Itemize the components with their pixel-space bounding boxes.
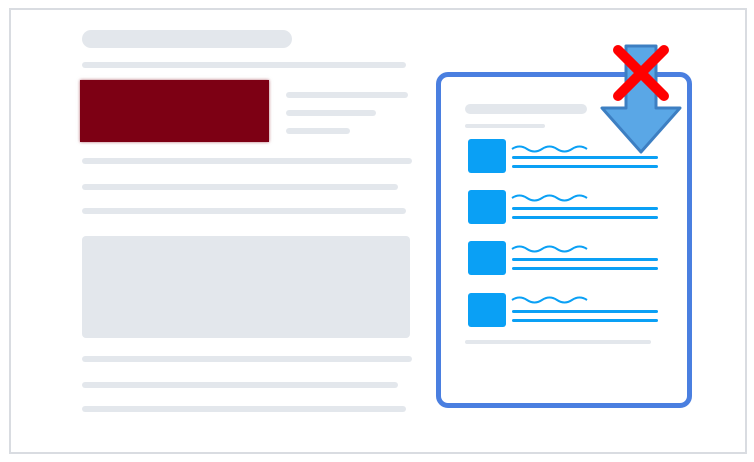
list-text-line <box>512 216 658 219</box>
wavy-line <box>511 194 588 202</box>
sidebar-title-placeholder <box>465 104 587 114</box>
text-line <box>82 356 412 362</box>
square-icon <box>468 190 506 224</box>
square-icon <box>468 241 506 275</box>
list-text-line <box>512 165 658 168</box>
list-text-line <box>512 207 658 210</box>
image-caption-line <box>286 92 408 98</box>
wavy-line <box>511 245 588 253</box>
text-line <box>82 158 412 164</box>
list-text-line <box>512 267 658 270</box>
list-text-line <box>512 310 658 313</box>
page-title-placeholder <box>82 30 292 48</box>
text-line <box>82 406 406 412</box>
wavy-line <box>511 145 588 153</box>
image-block <box>80 80 269 142</box>
square-icon <box>468 293 506 327</box>
image-caption-line <box>286 110 376 116</box>
x-icon <box>613 45 669 101</box>
sidebar-footer-line <box>465 340 651 344</box>
image-caption-line <box>286 128 350 134</box>
content-box <box>82 236 410 338</box>
text-line <box>82 208 406 214</box>
list-text-line <box>512 319 658 322</box>
wavy-line <box>511 296 588 304</box>
text-line <box>82 382 398 388</box>
sidebar-subtitle-line <box>465 124 545 128</box>
header-line <box>82 62 406 68</box>
list-text-line <box>512 258 658 261</box>
square-icon <box>468 139 506 173</box>
text-line <box>82 184 398 190</box>
